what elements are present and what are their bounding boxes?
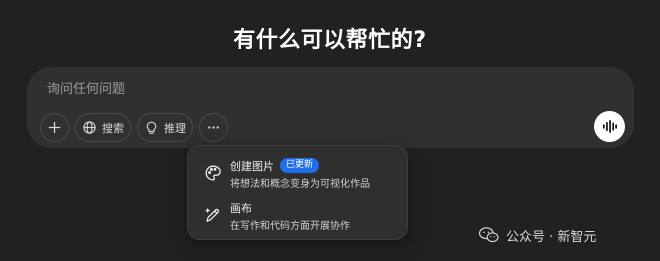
pen-sparkle-icon (204, 206, 222, 224)
wechat-icon (478, 227, 499, 243)
paint-palette-icon (204, 164, 222, 182)
prompt-input[interactable] (47, 78, 587, 100)
watermark: 公众号 · 新智元 (478, 224, 596, 246)
more-tools-button[interactable] (199, 113, 228, 142)
updated-badge: 已更新 (280, 158, 320, 173)
menu-item-canvas[interactable]: 画布 在写作和代码方面开展协作 (188, 199, 407, 239)
menu-item-description: 在写作和代码方面开展协作 (230, 221, 350, 232)
chat-home: 有什么可以帮忙的? 搜索 推理 (0, 0, 660, 261)
prompt-composer: 搜索 推理 (27, 67, 634, 148)
add-attachment-button[interactable] (40, 113, 69, 142)
plus-icon (47, 120, 62, 135)
ellipsis-icon (206, 120, 221, 135)
page-title: 有什么可以帮忙的? (233, 28, 427, 53)
menu-item-description: 将想法和概念变身为可视化作品 (230, 179, 370, 190)
menu-item-create-image[interactable]: 创建图片 已更新 将想法和概念变身为可视化作品 (188, 157, 407, 197)
search-button[interactable]: 搜索 (75, 113, 131, 142)
voice-mode-button[interactable] (594, 111, 625, 142)
waveform-icon (602, 119, 617, 134)
tools-dropdown-menu: 创建图片 已更新 将想法和概念变身为可视化作品 画布 在写作和代码方面开展协作 (187, 145, 408, 240)
globe-icon (82, 120, 97, 135)
menu-item-title: 画布 (230, 202, 252, 215)
watermark-text: 公众号 · 新智元 (506, 229, 597, 245)
search-button-label: 搜索 (102, 121, 124, 135)
menu-item-title: 创建图片 (230, 160, 274, 173)
reason-button[interactable]: 推理 (137, 113, 193, 142)
reason-button-label: 推理 (164, 121, 186, 135)
lightbulb-icon (144, 120, 159, 135)
